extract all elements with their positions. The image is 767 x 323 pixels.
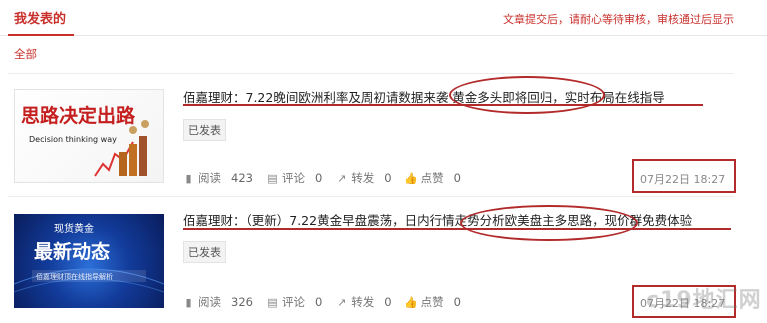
- article-thumbnail[interactable]: 思路决定出路 Decision thinking way: [14, 89, 164, 183]
- annotation-ellipse: [460, 205, 638, 241]
- read-label: 阅读: [198, 171, 221, 185]
- thumb-big-text: 思路决定出路: [21, 104, 136, 127]
- annotation-ellipse: [449, 76, 605, 114]
- like-label: 点赞: [420, 295, 444, 309]
- comment-icon: ▤: [267, 171, 278, 185]
- tab-bar: 我发表的 文章提交后，请耐心等待审核，审核通过后显示: [0, 0, 767, 36]
- like-stat[interactable]: 👍 点赞 0: [404, 294, 461, 310]
- share-count: 0: [384, 295, 392, 309]
- read-stat: ▮ 阅读 326: [183, 294, 253, 310]
- annotation-underline: [183, 228, 731, 230]
- read-count: 326: [231, 295, 253, 309]
- read-stat: ▮ 阅读 423: [183, 170, 253, 186]
- share-label: 转发: [351, 171, 375, 185]
- read-label: 阅读: [198, 295, 221, 309]
- watermark: c19地汇网: [646, 288, 762, 313]
- thumbs-up-icon: 👍: [404, 171, 418, 185]
- share-stat[interactable]: ↗ 转发 0: [336, 294, 391, 310]
- comment-label: 评论: [281, 295, 305, 309]
- review-notice: 文章提交后，请耐心等待审核，审核通过后显示: [503, 13, 734, 26]
- article-stats: ▮ 阅读 423 ▤ 评论 0 ↗ 转发 0 👍 点赞 0: [183, 170, 475, 186]
- share-label: 转发: [351, 295, 375, 309]
- annotation-underline: [183, 104, 703, 106]
- like-count: 0: [453, 295, 461, 309]
- share-stat[interactable]: ↗ 转发 0: [336, 170, 391, 186]
- thumb-top-text: 现货黄金: [54, 222, 94, 235]
- share-icon: ↗: [337, 295, 347, 309]
- thumbs-up-icon: 👍: [404, 295, 418, 309]
- comment-count: 0: [314, 171, 323, 185]
- status-badge: 已发表: [183, 241, 226, 263]
- share-icon: ↗: [337, 171, 347, 185]
- gold-news-image: 现货黄金 最新动态 佰嘉理财顶在线指导解析: [14, 222, 164, 293]
- article-thumbnail[interactable]: 现货黄金 最新动态 佰嘉理财顶在线指导解析: [14, 214, 164, 308]
- comment-stat[interactable]: ▤ 评论 0: [267, 170, 322, 186]
- decision-thinking-image: 思路决定出路 Decision thinking way: [21, 104, 149, 177]
- thumb-big-text: 最新动态: [34, 240, 110, 263]
- thumb-small-text: 佰嘉理财顶在线指导解析: [36, 272, 113, 281]
- like-stat[interactable]: 👍 点赞 0: [404, 170, 461, 186]
- read-count: 423: [231, 171, 253, 185]
- article-stats: ▮ 阅读 326 ▤ 评论 0 ↗ 转发 0 👍 点赞 0: [183, 294, 475, 310]
- thumb-small-text: Decision thinking way: [29, 135, 117, 144]
- share-count: 0: [384, 171, 392, 185]
- status-badge: 已发表: [183, 119, 226, 141]
- comment-label: 评论: [281, 171, 305, 185]
- tab-my-posts[interactable]: 我发表的: [14, 8, 66, 27]
- book-icon: ▮: [185, 295, 192, 309]
- like-count: 0: [453, 171, 461, 185]
- like-label: 点赞: [420, 171, 444, 185]
- book-icon: ▮: [185, 171, 192, 185]
- comment-count: 0: [314, 295, 323, 309]
- comment-stat[interactable]: ▤ 评论 0: [267, 294, 322, 310]
- tab-active-underline: [8, 34, 74, 36]
- filter-all[interactable]: 全部: [14, 46, 37, 62]
- comment-icon: ▤: [267, 295, 278, 309]
- annotation-box: [632, 159, 736, 193]
